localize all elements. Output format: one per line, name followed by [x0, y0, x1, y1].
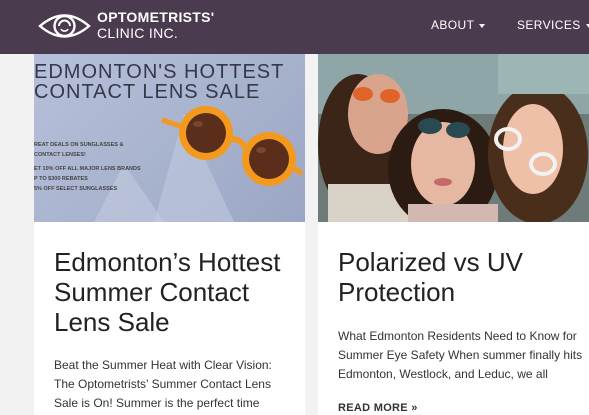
card-excerpt: Beat the Summer Heat with Clear Vision: … [54, 358, 272, 410]
nav-item-label: ABOUT [431, 18, 475, 32]
nav-item-services[interactable]: SERVICES [517, 18, 589, 32]
card-title[interactable]: Polarized vs UV Protection [338, 247, 578, 307]
promo-list: REAT DEALS ON SUNGLASSES & CONTACT LENSE… [34, 140, 141, 194]
logo-line-2: CLINIC INC. [97, 25, 179, 41]
promo-headline-line-1: EDMONTON'S HOTTEST [34, 61, 285, 83]
logo-text: OPTOMETRISTS' CLINIC INC. [97, 10, 214, 40]
nav-item-about[interactable]: ABOUT [431, 18, 486, 32]
photo-artwork [318, 54, 589, 222]
card-excerpt: What Edmonton Residents Need to Know for… [338, 329, 583, 381]
promo-line: P TO $300 REBATES [34, 176, 88, 182]
promo-headline: EDMONTON'S HOTTEST CONTACT LENS SALE [34, 62, 305, 102]
promo-line: 5% OFF SELECT SUNGLASSES [34, 186, 118, 192]
promo-line: REAT DEALS ON SUNGLASSES & [34, 142, 124, 148]
read-more-link[interactable]: READ MORE » [338, 402, 418, 414]
blog-card: EDMONTON'S HOTTEST CONTACT LENS SALE REA… [34, 54, 305, 415]
nav-item-label: SERVICES [517, 18, 581, 32]
site-header: OPTOMETRISTS' CLINIC INC. ABOUT SERVICES [0, 0, 589, 54]
logo-line-1: OPTOMETRISTS' [97, 9, 215, 25]
promo-line: ET 10% OFF ALL MAJOR LENS BRANDS [34, 166, 141, 172]
promo-headline-line-2: CONTACT LENS SALE [34, 81, 261, 103]
blog-card: Polarized vs UV Protection What Edmonton… [318, 54, 589, 415]
card-title[interactable]: Edmonton’s Hottest Summer Contact Lens S… [54, 247, 294, 337]
eye-logo-icon [38, 14, 91, 38]
caret-down-icon [479, 23, 486, 28]
friends-sunglasses-image[interactable] [318, 54, 589, 222]
contact-lens-sale-image[interactable]: EDMONTON'S HOTTEST CONTACT LENS SALE REA… [34, 54, 305, 222]
promo-line: CONTACT LENSES! [34, 152, 86, 158]
